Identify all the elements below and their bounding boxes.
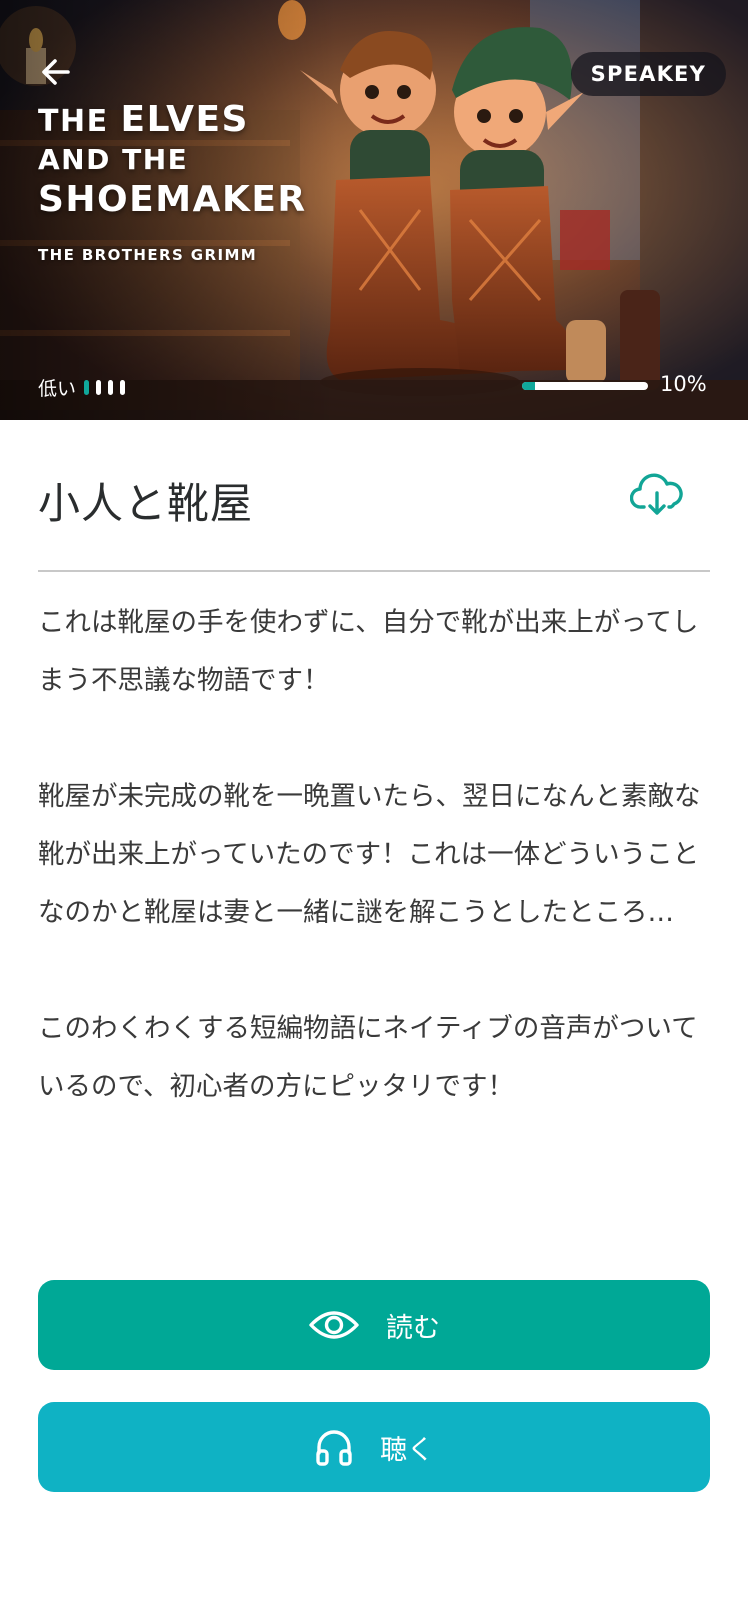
brand-name: SPEAKEY xyxy=(590,62,706,86)
listen-button[interactable]: 聴く xyxy=(38,1402,710,1492)
read-button[interactable]: 読む xyxy=(38,1280,710,1370)
difficulty-indicator xyxy=(84,380,132,395)
difficulty-pip xyxy=(108,380,114,395)
cover-title-line2: AND THE xyxy=(38,143,189,177)
cover-image: SPEAKEY THE ELVES AND THE SHOEMAKER THE … xyxy=(0,0,748,420)
description-paragraph: このわくわくする短編物語にネイティブの音声がついているので、初心者の方にピッタリ… xyxy=(38,1013,698,1102)
cover-title-main: ELVES xyxy=(120,99,249,140)
cover-author: THE BROTHERS GRIMM xyxy=(38,246,258,264)
difficulty-label: 低い xyxy=(38,378,77,400)
cover-title-prefix: THE xyxy=(38,104,109,139)
difficulty-pip xyxy=(84,380,90,395)
book-title: 小人と靴屋 xyxy=(38,479,254,528)
description-paragraph: これは靴屋の手を使わずに、自分で靴が出来上がってしまう不思議な物語です！ xyxy=(38,607,699,696)
headphones-icon xyxy=(314,1427,354,1467)
difficulty-pip xyxy=(96,380,102,395)
eye-icon xyxy=(308,1307,360,1343)
arrow-left-icon xyxy=(38,54,74,94)
book-description: これは靴屋の手を使わずに、自分で靴が出来上がってしまう不思議な物語です！ 靴屋が… xyxy=(38,594,710,1116)
description-paragraph: 靴屋が未完成の靴を一晩置いたら、翌日になんと素敵な靴が出来上がっていたのです！こ… xyxy=(38,781,701,928)
back-button[interactable] xyxy=(34,52,78,96)
cloud-download-icon xyxy=(629,471,684,521)
listen-button-label: 聴く xyxy=(380,1434,434,1466)
cover-title-line1: THE ELVES xyxy=(38,99,307,140)
title-divider xyxy=(38,570,710,572)
reading-progress-label: 10% xyxy=(660,372,707,396)
difficulty-level: 低い xyxy=(38,374,132,401)
reading-progress-bar xyxy=(522,382,648,390)
download-button[interactable] xyxy=(626,466,688,526)
read-button-label: 読む xyxy=(386,1312,440,1344)
cover-title-line3: SHOEMAKER xyxy=(38,178,307,220)
reading-progress-fill xyxy=(522,382,535,390)
brand-logo: SPEAKEY xyxy=(570,52,726,96)
cover-title: THE ELVES AND THE SHOEMAKER xyxy=(38,99,307,220)
difficulty-pip xyxy=(120,380,126,395)
